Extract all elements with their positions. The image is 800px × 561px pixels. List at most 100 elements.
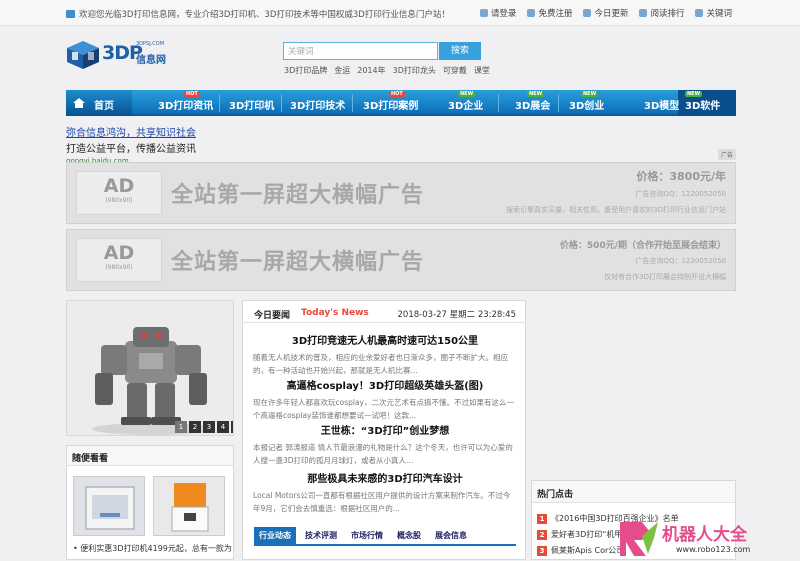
nav-home-label: 首页 bbox=[94, 101, 114, 112]
ad-size: (980x90) bbox=[105, 197, 133, 204]
tab-industry[interactable]: 行业动态 bbox=[254, 527, 296, 544]
ranking-link[interactable]: 阅读排行 bbox=[639, 7, 684, 19]
hotword-link[interactable]: 课堂 bbox=[474, 65, 490, 76]
news-label-en: Today's News bbox=[301, 308, 369, 318]
slider-dot[interactable]: 1 bbox=[175, 421, 187, 433]
news-article: 高逼格cosplay！3D打印超级英雄头盔(图) 现在许多年轻人都喜欢玩cosp… bbox=[243, 377, 527, 422]
text-ad-line2: 打造公益平台，传播公益资讯 bbox=[66, 144, 196, 155]
login-link[interactable]: 请登录 bbox=[479, 7, 516, 19]
nav-item-cases[interactable]: 3D打印案例 HOT bbox=[363, 91, 419, 112]
banner-description: 搜索引擎真实买量，相关性高，备受用户喜欢的3D打印行业信息门户站 bbox=[506, 206, 726, 214]
user-icon bbox=[479, 9, 488, 17]
image-slider[interactable]: 1 2 3 4 5 bbox=[66, 300, 234, 436]
printer-thumbnail[interactable] bbox=[73, 476, 145, 536]
cube-logo-icon bbox=[67, 41, 99, 69]
robot-image bbox=[67, 301, 233, 435]
rank-badge: 3 bbox=[537, 546, 547, 556]
hotword-link[interactable]: 3D打印品牌 bbox=[284, 65, 327, 76]
top-links: 请登录 免费注册 今日更新 阅读排行 关键词 bbox=[479, 7, 732, 19]
top-bar: 欢迎您光临3D打印信息网，专业介绍3D打印机、3D打印技术等中国权威3D打印行业… bbox=[0, 0, 800, 26]
today-update-link[interactable]: 今日更新 bbox=[583, 7, 628, 19]
welcome-message: 欢迎您光临3D打印信息网，专业介绍3D打印机、3D打印技术等中国权威3D打印行业… bbox=[66, 8, 450, 20]
slider-dot[interactable]: 4 bbox=[217, 421, 229, 433]
tag-icon bbox=[695, 9, 704, 17]
article-title[interactable]: 高逼格cosplay！3D打印超级英雄头盔(图) bbox=[243, 377, 527, 392]
nav-label: 3D打印资讯 bbox=[158, 101, 214, 112]
hotword-link[interactable]: 金运 bbox=[334, 65, 350, 76]
banner-price: 价格：3800元/年 bbox=[636, 170, 726, 183]
speaker-icon bbox=[66, 10, 75, 18]
hot-badge: HOT bbox=[389, 91, 405, 97]
register-link[interactable]: 免费注册 bbox=[527, 7, 572, 19]
nav-label: 3D展会 bbox=[515, 101, 551, 112]
nav-label: 3D模型 bbox=[644, 101, 680, 112]
slider-dot[interactable]: 5 bbox=[231, 421, 233, 433]
printer-thumbnail[interactable] bbox=[153, 476, 225, 536]
welcome-text: 欢迎您光临3D打印信息网，专业介绍3D打印机、3D打印技术等中国权威3D打印行业… bbox=[79, 10, 450, 20]
banner-ad[interactable]: AD (980x90) 全站第一屏超大横幅广告 价格：500元/期（合作开始至展… bbox=[66, 229, 736, 291]
text-ad[interactable]: 弥合信息鸿沟，共享知识社会 打造公益平台，传播公益资讯 qongyi.baidu… bbox=[66, 124, 736, 165]
news-datetime: 2018-03-27 星期二 23:28:45 bbox=[397, 310, 516, 320]
tab-reviews[interactable]: 技术评测 bbox=[300, 527, 342, 544]
article-summary: 现在许多年轻人都喜欢玩cosplay，二次元艺术有点搞不懂。不过如果有这么一个高… bbox=[253, 398, 514, 420]
hot-item[interactable]: 3 佩莱斯Apis Cor公司 bbox=[537, 545, 624, 556]
logo-domain: 3DPSJ.COM bbox=[136, 41, 165, 47]
ad-tag: 广告 bbox=[717, 149, 736, 160]
watermark-url: www.robo123.com bbox=[676, 545, 751, 554]
nav-item-companies[interactable]: 3D企业 NEW bbox=[448, 91, 484, 112]
rank-badge: 2 bbox=[537, 530, 547, 540]
nav-divider bbox=[558, 94, 559, 112]
nav-divider bbox=[498, 94, 499, 112]
search-button[interactable]: 搜索 bbox=[439, 42, 481, 60]
thumbnail-caption[interactable]: • 便利实惠3D打印机4199元起，总有一款为 bbox=[73, 543, 232, 554]
hotword-link[interactable]: 3D打印龙头 bbox=[393, 65, 436, 76]
nav-home[interactable]: 首页 bbox=[66, 90, 132, 116]
hotword-link[interactable]: 可穿戴 bbox=[443, 65, 467, 76]
banner-price: 价格：500元/期（合作开始至展会结束） bbox=[559, 241, 726, 251]
today-news-panel: 今日要闻 Today's News 2018-03-27 星期二 23:28:4… bbox=[242, 300, 526, 560]
nav-label: 3D打印案例 bbox=[363, 101, 419, 112]
home-icon bbox=[73, 98, 85, 108]
nav-item-news[interactable]: 3D打印资讯 HOT bbox=[158, 91, 214, 112]
nav-item-expo[interactable]: 3D展会 NEW bbox=[515, 91, 551, 112]
nav-item-tech[interactable]: 3D打印技术 bbox=[290, 97, 345, 112]
nav-item-startup[interactable]: 3D创业 NEW bbox=[569, 91, 604, 112]
calendar-icon bbox=[583, 9, 592, 17]
main-nav: 首页 3D打印资讯 HOT 3D打印机 3D打印技术 3D打印案例 HOT 3D企业… bbox=[66, 90, 736, 116]
text-ad-line1[interactable]: 弥合信息鸿沟，共享知识社会 bbox=[66, 124, 736, 139]
register-icon bbox=[527, 9, 536, 17]
random-picks-panel: 随便看看 • 便利实惠3D打印机4199元起，总有一款为 bbox=[66, 445, 234, 560]
tab-expo[interactable]: 展会信息 bbox=[430, 527, 472, 544]
article-title[interactable]: 3D打印竞速无人机最高时速可达150公里 bbox=[243, 332, 527, 347]
news-article: 王世栋：“3D打印”创业梦想 本报记者 郭涛报道 情人节最浪漫的礼物是什么？这个… bbox=[243, 422, 527, 467]
search-input[interactable]: 关键词 bbox=[283, 42, 438, 60]
site-logo[interactable]: 3DP 3DPSJ.COM 信息网 bbox=[66, 38, 176, 72]
nav-label: 3D企业 bbox=[448, 101, 484, 112]
logo-name: 信息网 bbox=[136, 55, 166, 66]
rank-badge: 1 bbox=[537, 514, 547, 524]
article-summary: 本报记者 郭涛报道 情人节最浪漫的礼物是什么？这个冬天，也许可以为心爱的人搜一盏… bbox=[253, 443, 513, 465]
ad-size: (980x90) bbox=[105, 264, 133, 271]
new-badge: NEW bbox=[458, 91, 476, 97]
tab-market[interactable]: 市场行情 bbox=[346, 527, 388, 544]
slider-dot[interactable]: 3 bbox=[203, 421, 215, 433]
nav-divider bbox=[219, 94, 220, 112]
article-title[interactable]: 王世栋：“3D打印”创业梦想 bbox=[243, 422, 527, 437]
banner-contact: 广告咨询QQ：1220052050 bbox=[635, 257, 726, 265]
article-title[interactable]: 那些极具未来感的3D打印汽车设计 bbox=[243, 470, 527, 485]
slider-dot[interactable]: 2 bbox=[189, 421, 201, 433]
news-article: 3D打印竞速无人机最高时速可达150公里 随着无人机技术的普及，相应的业余爱好者… bbox=[243, 332, 527, 377]
news-header: 今日要闻 Today's News 2018-03-27 星期二 23:28:4… bbox=[243, 301, 525, 323]
hot-item[interactable]: 2 爱好者3D打印“机甲 bbox=[537, 529, 622, 540]
keyword-link[interactable]: 关键词 bbox=[695, 7, 732, 19]
nav-item-printers[interactable]: 3D打印机 bbox=[229, 97, 274, 112]
nav-label: 3D打印技术 bbox=[290, 101, 346, 112]
hotword-link[interactable]: 2014年 bbox=[357, 65, 385, 76]
tab-stocks[interactable]: 概念股 bbox=[392, 527, 426, 544]
banner-ad[interactable]: AD (980x90) 全站第一屏超大横幅广告 价格：3800元/年 广告咨询Q… bbox=[66, 162, 736, 224]
banner-contact: 广告咨询QQ：1220052050 bbox=[635, 190, 726, 198]
nav-item-models[interactable]: 3D模型 bbox=[644, 97, 679, 112]
nav-label: 3D软件 bbox=[685, 101, 721, 112]
slider-pagination: 1 2 3 4 5 bbox=[175, 421, 233, 433]
nav-item-software[interactable]: 3D软件 NEW bbox=[685, 91, 721, 112]
